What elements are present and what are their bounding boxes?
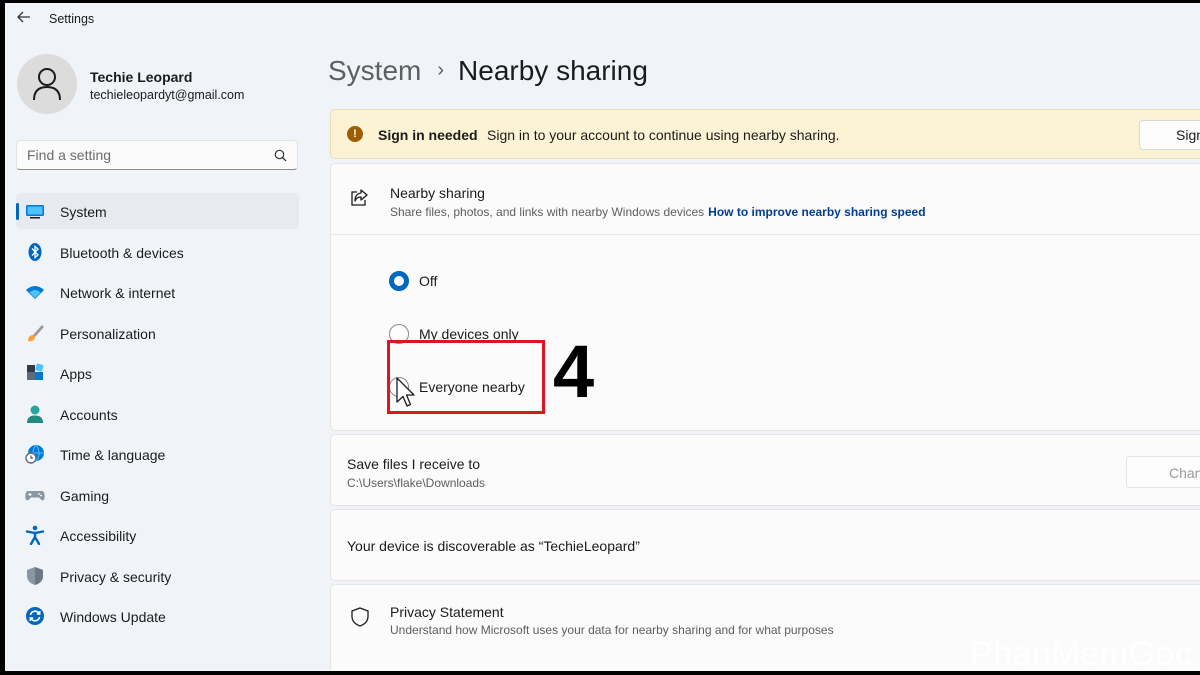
sidebar-item-label: Bluetooth & devices	[60, 244, 184, 261]
sidebar-item-apps[interactable]: Apps	[16, 355, 299, 391]
share-icon	[351, 189, 368, 206]
apps-icon	[27, 363, 44, 380]
sidebar-item-label: Personalization	[60, 325, 156, 342]
active-indicator	[16, 203, 19, 220]
search-box[interactable]	[16, 140, 298, 170]
annotation-step-number: 4	[553, 330, 595, 413]
improve-speed-link[interactable]: How to improve nearby sharing speed	[708, 205, 925, 219]
sidebar-item-personalization[interactable]: Personalization	[16, 315, 299, 351]
sidebar-item-accounts[interactable]: Accounts	[16, 396, 299, 432]
sidebar-item-system[interactable]: System	[16, 193, 299, 229]
nearby-sharing-header: Nearby sharing Share files, photos, and …	[331, 164, 1200, 235]
update-icon	[26, 607, 44, 625]
settings-window: Settings Techie Leopard techieleopardyt@…	[5, 3, 1200, 671]
sidebar-item-label: Network & internet	[60, 285, 176, 301]
sidebar-item-label: System	[60, 204, 107, 220]
sidebar-item-label: Privacy & security	[60, 568, 172, 585]
save-files-title: Save files I receive to	[347, 456, 481, 472]
sidebar-item-accessibility[interactable]: Accessibility	[16, 517, 299, 553]
privacy-description: Understand how Microsoft uses your data …	[390, 623, 834, 637]
nearby-sharing-title: Nearby sharing	[390, 185, 485, 201]
sign-in-button[interactable]: Sign in	[1139, 120, 1200, 150]
sidebar-item-privacy-security[interactable]: Privacy & security	[16, 558, 299, 594]
nearby-sharing-description: Share files, photos, and links with near…	[390, 205, 926, 219]
description-text: Share files, photos, and links with near…	[390, 205, 705, 219]
sidebar-item-windows-update[interactable]: Windows Update	[16, 598, 299, 634]
user-name: Techie Leopard	[90, 69, 193, 85]
shield-icon	[27, 566, 43, 585]
sidebar-item-gaming[interactable]: Gaming	[16, 477, 299, 513]
sidebar-nav: System Bluetooth & devices Network & int…	[16, 193, 299, 639]
search-icon	[274, 149, 287, 162]
sidebar-item-label: Time & language	[60, 447, 166, 463]
sidebar-item-time-language[interactable]: Time & language	[16, 436, 299, 472]
sidebar-item-label: Apps	[60, 366, 92, 382]
accessibility-icon	[25, 525, 45, 545]
user-email: techieleopardyt@gmail.com	[90, 88, 245, 102]
banner-title: Sign in needed	[378, 127, 478, 143]
search-input[interactable]	[27, 146, 257, 164]
sidebar-item-label: Windows Update	[60, 609, 166, 625]
radio-label: Off	[419, 273, 438, 289]
sidebar-item-network[interactable]: Network & internet	[16, 274, 299, 310]
avatar[interactable]	[17, 54, 77, 114]
title-bar: Settings	[5, 3, 1200, 35]
shield-outline-icon	[351, 607, 369, 627]
app-title: Settings	[49, 12, 95, 26]
change-folder-button[interactable]: Change	[1126, 456, 1200, 488]
globe-clock-icon	[25, 444, 44, 464]
radio-button-checked[interactable]	[389, 271, 409, 291]
gamepad-icon	[25, 490, 45, 500]
person-icon	[33, 68, 61, 101]
brush-icon	[28, 324, 44, 341]
discoverable-text: Your device is discoverable as “TechieLe…	[347, 538, 640, 554]
account-icon	[27, 405, 43, 423]
mouse-cursor-icon	[396, 377, 415, 407]
chevron-right-icon: ›	[437, 59, 445, 81]
system-icon	[26, 205, 44, 219]
breadcrumb-system[interactable]: System	[328, 55, 421, 86]
bluetooth-icon	[28, 242, 42, 261]
watermark: PhanMemGoc	[970, 635, 1193, 671]
privacy-title: Privacy Statement	[390, 604, 504, 620]
warning-icon: !	[347, 126, 363, 142]
banner-text: Sign in to your account to continue usin…	[487, 127, 840, 143]
save-files-card: Save files I receive to C:\Users\flake\D…	[330, 434, 1200, 506]
breadcrumb: System › Nearby sharing	[328, 55, 648, 87]
sidebar-item-label: Accessibility	[60, 528, 137, 544]
arrow-left-icon	[17, 11, 30, 23]
sidebar-item-label: Accounts	[60, 406, 118, 423]
wifi-icon	[26, 286, 44, 299]
sidebar-item-label: Gaming	[60, 487, 110, 504]
sidebar-item-bluetooth[interactable]: Bluetooth & devices	[16, 234, 299, 270]
back-button[interactable]	[13, 9, 35, 29]
sign-in-banner: ! Sign in needed Sign in to your account…	[330, 109, 1200, 159]
page-title: Nearby sharing	[458, 55, 648, 86]
discoverable-card: Your device is discoverable as “TechieLe…	[330, 509, 1200, 581]
save-files-path: C:\Users\flake\Downloads	[347, 476, 486, 490]
